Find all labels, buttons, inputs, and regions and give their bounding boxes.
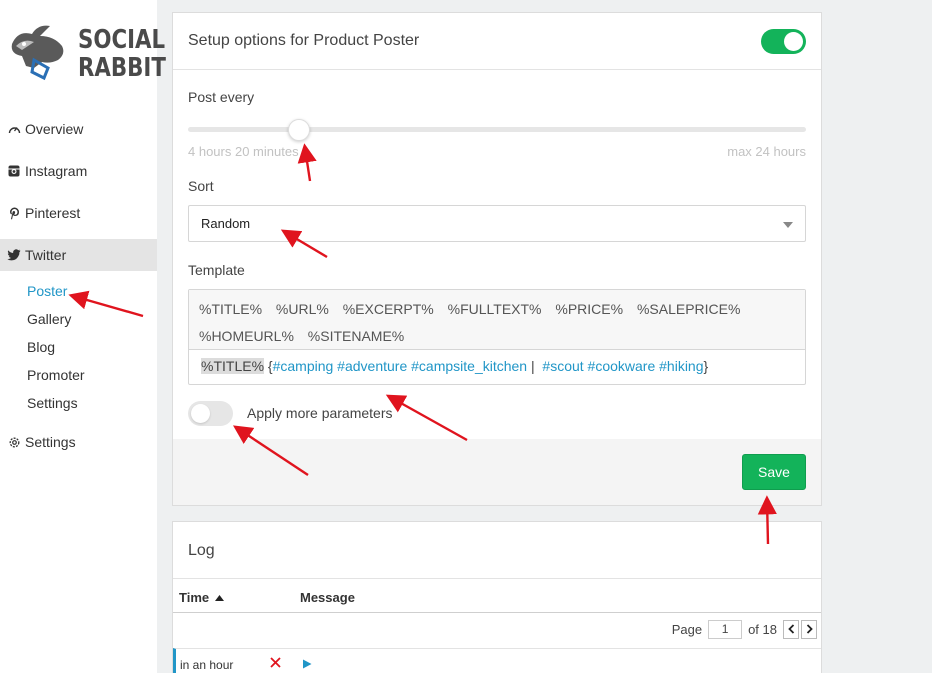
tag-sitename[interactable]: %SITENAME%: [308, 328, 404, 344]
sidebar-item-label: Instagram: [25, 163, 88, 179]
sort-label: Sort: [188, 178, 214, 194]
logo[interactable]: SOCIAL RABBIT: [4, 22, 166, 88]
post-every-max: max 24 hours: [727, 144, 806, 159]
template-separator: |: [530, 358, 535, 374]
post-every-label: Post every: [188, 89, 255, 105]
enable-toggle[interactable]: [761, 29, 806, 54]
post-every-value: 4 hours 20 minutes: [188, 144, 299, 159]
delete-icon[interactable]: [270, 657, 281, 671]
template-editor[interactable]: %TITLE% %URL% %EXCERPT% %FULLTEXT% %PRIC…: [188, 289, 806, 385]
sort-select[interactable]: Random: [188, 205, 806, 242]
sidebar-subitem-blog[interactable]: Blog: [27, 339, 55, 355]
setup-title: Setup options for Product Poster: [188, 32, 420, 49]
sidebar-subitem-poster[interactable]: Poster: [27, 283, 67, 299]
tag-url[interactable]: %URL%: [276, 301, 329, 317]
col-time[interactable]: Time: [179, 590, 224, 605]
row-time: in an hour: [180, 658, 234, 672]
sidebar-item-label: Settings: [25, 434, 76, 450]
log-table-header: Time Message: [173, 578, 821, 613]
tag-excerpt[interactable]: %EXCERPT%: [343, 301, 434, 317]
template-hashtags-1: #camping #adventure #campsite_kitchen: [272, 358, 528, 374]
post-every-slider-track[interactable]: [188, 127, 806, 132]
setup-card-header: Setup options for Product Poster: [173, 13, 821, 70]
toggle-knob: [191, 404, 210, 423]
sidebar-item-label: Twitter: [25, 247, 67, 263]
gear-icon: [7, 435, 21, 449]
tag-price[interactable]: %PRICE%: [555, 301, 623, 317]
log-card: Log Time Message Page 1 of 18 in an hour: [172, 521, 822, 673]
sidebar-subitem-settings[interactable]: Settings: [27, 395, 78, 411]
sidebar-item-overview[interactable]: Overview: [0, 113, 157, 145]
chevron-down-icon: [783, 222, 793, 228]
play-icon[interactable]: [302, 658, 312, 672]
sidebar-item-pinterest[interactable]: Pinterest: [0, 197, 157, 229]
instagram-icon: [7, 164, 21, 178]
template-text[interactable]: %TITLE% {#camping #adventure #campsite_k…: [201, 358, 708, 374]
sidebar-item-twitter[interactable]: Twitter: [0, 239, 157, 271]
toggle-knob: [784, 32, 803, 51]
setup-card: Setup options for Product Poster Post ev…: [172, 12, 822, 506]
pinterest-icon: [7, 206, 21, 220]
sidebar-item-label: Overview: [25, 121, 84, 137]
template-title-token: %TITLE%: [201, 358, 265, 374]
more-params-label: Apply more parameters: [247, 405, 393, 421]
chevron-right-icon: [806, 624, 813, 634]
page-of: of 18: [748, 621, 777, 637]
more-params-toggle[interactable]: [188, 401, 233, 426]
tag-title[interactable]: %TITLE%: [199, 301, 262, 317]
sidebar-item-settings[interactable]: Settings: [0, 426, 157, 458]
sort-selected-value: Random: [201, 216, 251, 231]
tag-saleprice[interactable]: %SALEPRICE%: [637, 301, 740, 317]
sidebar: SOCIAL RABBIT Overview Instagram Pintere…: [0, 0, 166, 673]
sidebar-subitem-gallery[interactable]: Gallery: [27, 311, 71, 327]
tag-fulltext[interactable]: %FULLTEXT%: [448, 301, 542, 317]
save-button[interactable]: Save: [742, 454, 806, 490]
post-every-slider-handle[interactable]: [288, 119, 311, 141]
sidebar-item-label: Pinterest: [25, 205, 81, 221]
table-row: in an hour: [173, 648, 821, 673]
sidebar-subitem-promoter[interactable]: Promoter: [27, 367, 85, 383]
col-message[interactable]: Message: [300, 590, 355, 605]
prev-page-button[interactable]: [783, 619, 799, 639]
setup-footer: Save: [173, 439, 821, 505]
template-hashtags-2: #scout #cookware #hiking: [542, 358, 704, 374]
page-input[interactable]: 1: [708, 619, 743, 639]
template-tags: %TITLE% %URL% %EXCERPT% %FULLTEXT% %PRIC…: [189, 290, 805, 350]
template-label: Template: [188, 262, 245, 278]
rabbit-logo-icon: [11, 25, 64, 81]
sidebar-item-instagram[interactable]: Instagram: [0, 155, 157, 187]
tag-homeurl[interactable]: %HOMEURL%: [199, 328, 294, 344]
page-label: Page: [671, 621, 703, 637]
sort-asc-icon: [214, 595, 224, 601]
twitter-icon: [7, 248, 21, 262]
log-title: Log: [188, 542, 215, 559]
dashboard-icon: [7, 122, 21, 136]
chevron-left-icon: [787, 624, 794, 634]
brand-name: SOCIAL RABBIT: [78, 25, 166, 83]
template-close-brace: }: [703, 358, 709, 374]
next-page-button[interactable]: [801, 619, 817, 639]
pagination: Page 1 of 18: [672, 619, 817, 639]
